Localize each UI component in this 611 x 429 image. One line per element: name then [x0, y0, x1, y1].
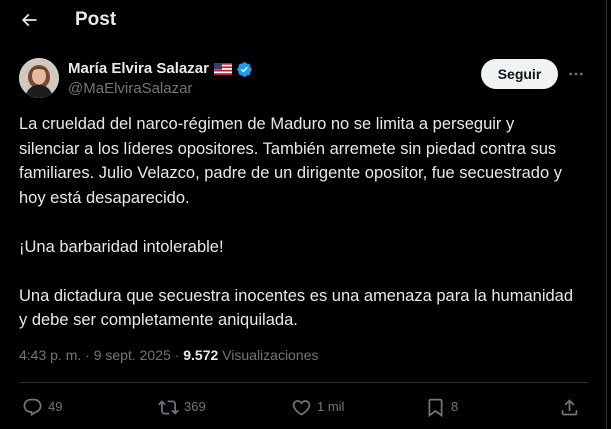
repost-icon — [158, 399, 179, 415]
heart-icon — [292, 399, 311, 416]
repost-button[interactable]: 369 — [158, 395, 206, 419]
follow-button[interactable]: Seguir — [481, 59, 558, 89]
bookmark-button[interactable]: 8 — [425, 395, 458, 419]
top-header: Post — [0, 0, 607, 40]
post-time[interactable]: 4:43 p. m. — [19, 347, 81, 363]
share-button[interactable] — [559, 395, 580, 419]
reply-button[interactable]: 49 — [22, 395, 62, 419]
page-title: Post — [75, 9, 117, 30]
post-paragraph: Una dictadura que secuestra inocentes es… — [19, 286, 574, 330]
more-horizontal-icon — [569, 72, 583, 76]
post-view: Post María Elvira Salazar @MaElviraSalaz… — [0, 0, 607, 429]
like-button[interactable]: 1 mil — [291, 395, 344, 419]
more-options-button[interactable] — [564, 62, 588, 86]
reply-icon — [23, 398, 42, 416]
us-flag-icon — [213, 63, 232, 75]
reply-count: 49 — [48, 399, 63, 414]
repost-count: 369 — [184, 399, 206, 414]
verified-badge-icon — [237, 61, 252, 77]
post-meta: 4:43 p. m. · 9 sept. 2025 · 9.572 Visual… — [19, 345, 318, 365]
author-name[interactable]: María Elvira Salazar — [68, 59, 209, 79]
views-count: 9.572 — [183, 347, 219, 363]
meta-separator: · — [85, 347, 90, 363]
bookmark-count: 8 — [451, 399, 459, 414]
post-text: La crueldad del narco-régimen de Maduro … — [19, 112, 579, 333]
like-count: 1 mil — [317, 399, 345, 414]
share-icon — [561, 398, 578, 415]
post-paragraph: ¡Una barbaridad intolerable! — [19, 237, 224, 256]
author-name-row: María Elvira Salazar — [68, 59, 253, 79]
author-handle[interactable]: @MaElviraSalazar — [68, 79, 192, 99]
avatar[interactable] — [19, 58, 59, 98]
post-date[interactable]: 9 sept. 2025 — [94, 347, 171, 363]
arrow-left-icon — [21, 13, 37, 27]
back-button[interactable] — [13, 4, 45, 36]
views-label: Visualizaciones — [222, 347, 319, 363]
bookmark-icon — [428, 398, 443, 417]
divider — [19, 382, 588, 383]
post-paragraph: La crueldad del narco-régimen de Maduro … — [19, 115, 562, 207]
meta-separator: · — [174, 347, 180, 363]
